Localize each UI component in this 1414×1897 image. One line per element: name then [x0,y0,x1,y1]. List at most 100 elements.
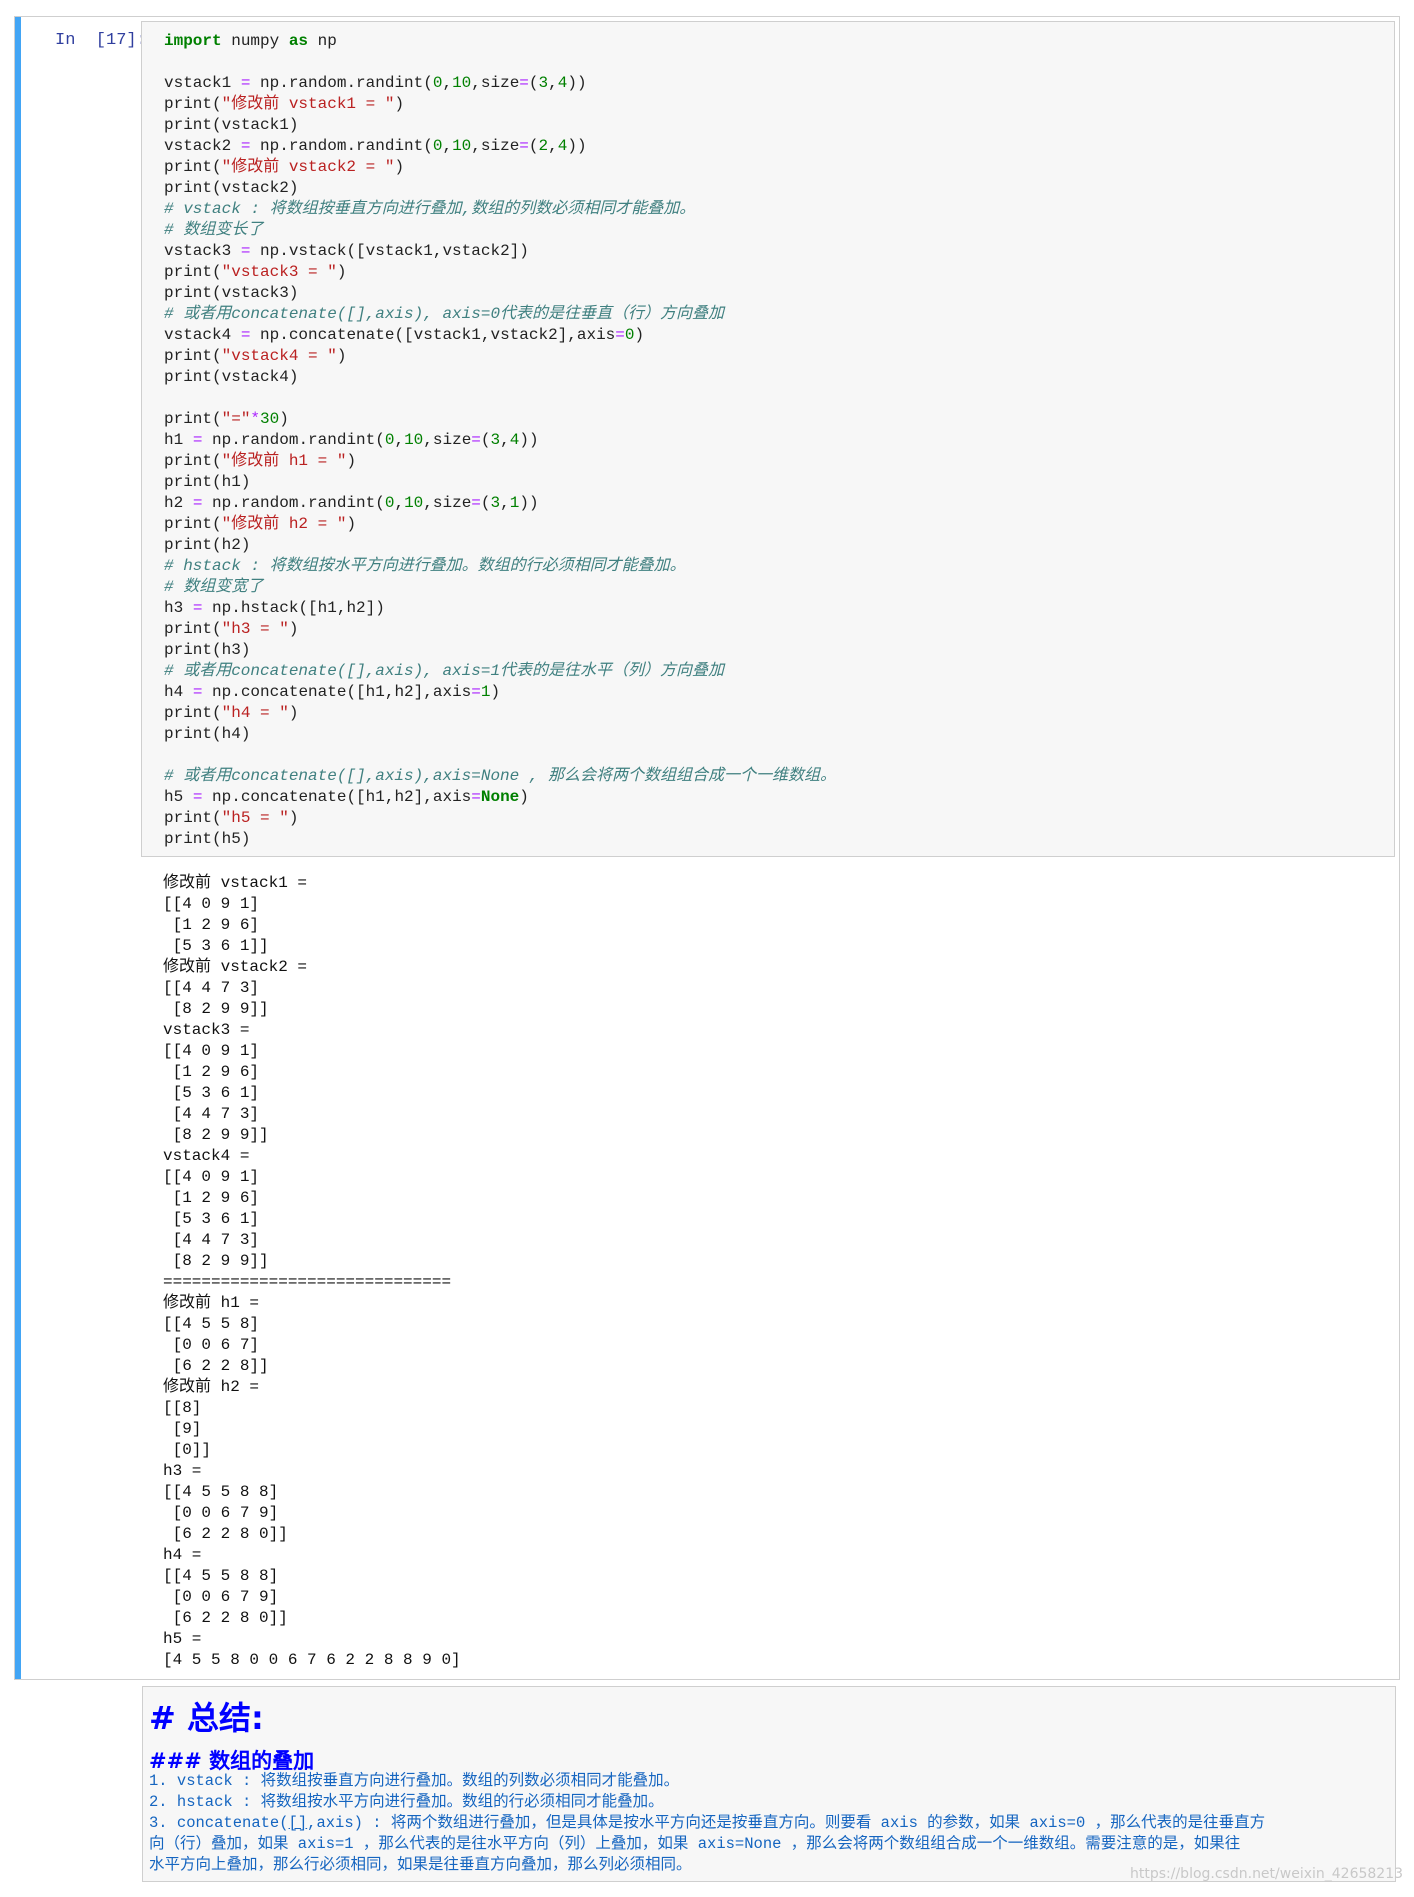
code-token: "vstack4 = " [221,347,337,365]
code-token: ) [634,326,645,344]
code-token: = [471,494,481,512]
code-token: , [394,494,405,512]
code-token: 10 [452,137,472,155]
code-line: print("vstack3 = ") [164,262,836,283]
code-token: print(vstack2) [164,179,299,197]
code-line: h2 = np.random.randint(0,10,size=(3,1)) [164,493,836,514]
code-line: # 或者用concatenate([],axis),axis=None , 那么… [164,766,836,787]
output-line: 修改前 vstack2 = [163,958,308,976]
output-line: [8 2 9 9]] [163,1252,269,1270]
output-line: [6 2 2 8 0]] [163,1525,288,1543]
output-line: [[4 5 5 8] [163,1315,260,1333]
code-token: np.random.randint( [250,74,433,92]
code-token: ,axis) : 将两个数组进行叠加，但是具体是按水平方向还是按垂直方向。则要看… [307,1814,1266,1832]
code-token: print(vstack1) [164,116,299,134]
cell-output: 修改前 vstack1 = [[4 0 9 1] [1 2 9 6] [5 3 6… [163,873,461,1671]
output-line: [0 0 6 7 9] [163,1504,279,1522]
code-line: # 或者用concatenate([],axis), axis=1代表的是往水平… [164,661,836,682]
code-token: h2 [164,494,193,512]
code-token: 3 [490,431,501,449]
code-line: print("="*30) [164,409,836,430]
code-token: * [250,410,261,428]
code-token: print(h5) [164,830,251,848]
code-line: print("修改前 h1 = ") [164,451,836,472]
code-token: = [240,137,251,155]
code-token: , [548,74,558,92]
code-token: np.concatenate([vstack1,vstack2],axis [250,326,616,344]
output-line: h4 = [163,1546,202,1564]
code-token: ( [480,431,491,449]
code-token: 向（行）叠加，如果 axis=1 ，那么代表的是往水平方向（列）上叠加，如果 a… [149,1835,1241,1853]
output-line: [1 2 9 6] [163,1189,260,1207]
code-token: # 数组变宽了 [164,578,264,596]
output-line: vstack4 = [163,1147,250,1165]
code-line: print(vstack2) [164,178,836,199]
code-token: 水平方向上叠加，那么行必须相同，如果是往垂直方向叠加，那么列必须相同。 [149,1856,692,1874]
code-line: h4 = np.concatenate([h1,h2],axis=1) [164,682,836,703]
output-line: [[8] [163,1399,202,1417]
output-line: ============================== [163,1273,452,1291]
code-line: print("h5 = ") [164,808,836,829]
output-line: [[4 4 7 3] [163,979,260,997]
code-token: print( [164,515,222,533]
code-token: "=" [221,410,251,428]
output-line: vstack3 = [163,1021,250,1039]
code-token: print( [164,158,222,176]
code-token: )) [567,74,587,92]
code-line: print("h3 = ") [164,619,836,640]
code-line: vstack2 = np.random.randint(0,10,size=(2… [164,136,836,157]
output-line: [8 2 9 9]] [163,1000,269,1018]
code-token: ,size [471,74,520,92]
code-token: "h3 = " [221,620,289,638]
code-line: h1 = np.random.randint(0,10,size=(3,4)) [164,430,836,451]
code-token: ,size [471,137,520,155]
code-token: ) [490,683,501,701]
code-token: 30 [260,410,280,428]
code-token: ( [528,74,539,92]
code-token: np.random.randint( [202,431,385,449]
code-token: 4 [557,137,568,155]
code-line: print("修改前 vstack2 = ") [164,157,836,178]
code-token: print( [164,620,222,638]
code-token: print( [164,410,222,428]
code-token: = [471,788,481,806]
code-token: h5 [164,788,193,806]
code-token: print( [164,452,222,470]
code-token: = [519,137,529,155]
code-token: = [240,242,251,260]
code-token: # 数组变长了 [164,221,264,239]
output-line: [4 5 5 8 0 0 6 7 6 2 2 8 8 9 0] [163,1651,461,1669]
output-line: [[4 0 9 1] [163,895,260,913]
code-token: print(h2) [164,536,251,554]
code-line: # hstack : 将数组按水平方向进行叠加。数组的行必须相同才能叠加。 [164,556,836,577]
code-line: print(h1) [164,472,836,493]
output-line: [[4 0 9 1] [163,1042,260,1060]
code-editor[interactable]: import numpy as np vstack1 = np.random.r… [141,21,1395,857]
output-line: [5 3 6 1] [163,1210,260,1228]
code-token: # hstack : 将数组按水平方向进行叠加。数组的行必须相同才能叠加。 [164,557,686,575]
code-token[interactable]: [] [289,1814,308,1832]
code-line: vstack3 = np.vstack([vstack1,vstack2]) [164,241,836,262]
code-token: )) [567,137,587,155]
markdown-line: 2. hstack : 将数组按水平方向进行叠加。数组的行必须相同才能叠加。 [149,1792,1389,1813]
code-token: as [288,32,309,50]
code-token: )) [519,494,539,512]
code-token: numpy [221,32,289,50]
code-token: , [442,74,453,92]
code-token: , [500,431,510,449]
code-line: h5 = np.concatenate([h1,h2],axis=None) [164,787,836,808]
code-token: 3 [538,74,549,92]
code-token: 3 [490,494,501,512]
code-token: print( [164,263,222,281]
code-cell[interactable]: In [17]: import numpy as np vstack1 = np… [14,16,1400,1680]
code-token: ) [288,809,299,827]
markdown-cell[interactable]: # 总结: ### 数组的叠加 1. vstack : 将数组按垂直方向进行叠加… [142,1686,1396,1882]
code-token: vstack2 [164,137,241,155]
code-token: = [192,494,203,512]
code-token: np.random.randint( [250,137,433,155]
code-token: ) [519,788,529,806]
code-token: np.concatenate([h1,h2],axis [202,683,472,701]
code-token: ) [394,95,405,113]
